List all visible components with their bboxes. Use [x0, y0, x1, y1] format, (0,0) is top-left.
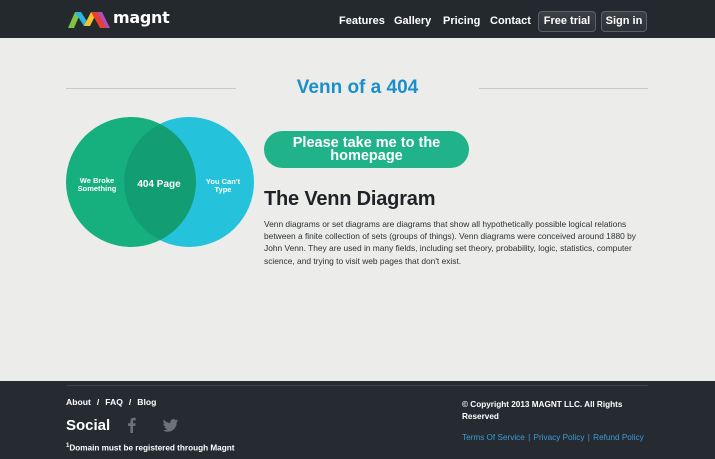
- facebook-icon[interactable]: [127, 417, 136, 433]
- privacy-policy-link[interactable]: Privacy Policy: [533, 433, 584, 442]
- footer-faq-link[interactable]: FAQ: [105, 397, 123, 407]
- magnt-logo-icon: [68, 12, 110, 28]
- nav-features-link[interactable]: Features: [339, 15, 385, 27]
- policy-links: Terms Of Service | Privacy Policy | Refu…: [462, 433, 644, 442]
- social-heading: Social: [66, 417, 111, 434]
- sign-in-button[interactable]: Sign in: [601, 11, 647, 32]
- venn-left-label-line2: Something: [78, 184, 117, 193]
- footer-divider: [67, 385, 648, 386]
- page-title: Venn of a 404: [296, 77, 419, 98]
- refund-policy-link[interactable]: Refund Policy: [593, 433, 644, 442]
- policy-separator: |: [528, 433, 531, 442]
- footer-blog-link[interactable]: Blog: [137, 397, 156, 407]
- footer-link-separator: /: [128, 397, 132, 407]
- nav-gallery-link[interactable]: Gallery: [394, 15, 431, 27]
- brand-name: magnt: [113, 8, 170, 27]
- venn-center-label: 404 Page: [137, 179, 181, 190]
- brand-logo[interactable]: magnt: [68, 8, 170, 29]
- domain-footnote: 1Domain must be registered through Magnt: [66, 443, 234, 453]
- venn-diagram: We Broke Something 404 Page You Can't Ty…: [66, 117, 254, 247]
- nav-contact-link[interactable]: Contact: [490, 15, 531, 27]
- free-trial-button[interactable]: Free trial: [538, 11, 596, 32]
- terms-of-service-link[interactable]: Terms Of Service: [462, 433, 525, 442]
- footer-link-separator: /: [96, 397, 100, 407]
- footer: About / FAQ / Blog Social 1Domain must be re…: [0, 381, 715, 459]
- cta-label-line2: homepage: [330, 148, 403, 164]
- section-title: The Venn Diagram: [264, 188, 436, 210]
- venn-description: Venn diagrams or set diagrams are diagra…: [264, 219, 636, 266]
- nav-pricing-link[interactable]: Pricing: [443, 15, 480, 27]
- twitter-icon[interactable]: [162, 419, 179, 432]
- copyright-text: © Copyright 2013 MAGNT LLC. All Rights R…: [462, 400, 623, 421]
- footer-links: About / FAQ / Blog: [66, 397, 156, 407]
- venn-right-label-line2: Type: [215, 185, 232, 194]
- top-navigation-bar: magnt Features Gallery Pricing Contact F…: [0, 0, 715, 38]
- policy-separator: |: [587, 433, 590, 442]
- footer-about-link[interactable]: About: [66, 397, 91, 407]
- footnote-text: Domain must be registered through Magnt: [69, 443, 235, 453]
- go-to-homepage-button[interactable]: Please take me to the homepage: [264, 131, 469, 168]
